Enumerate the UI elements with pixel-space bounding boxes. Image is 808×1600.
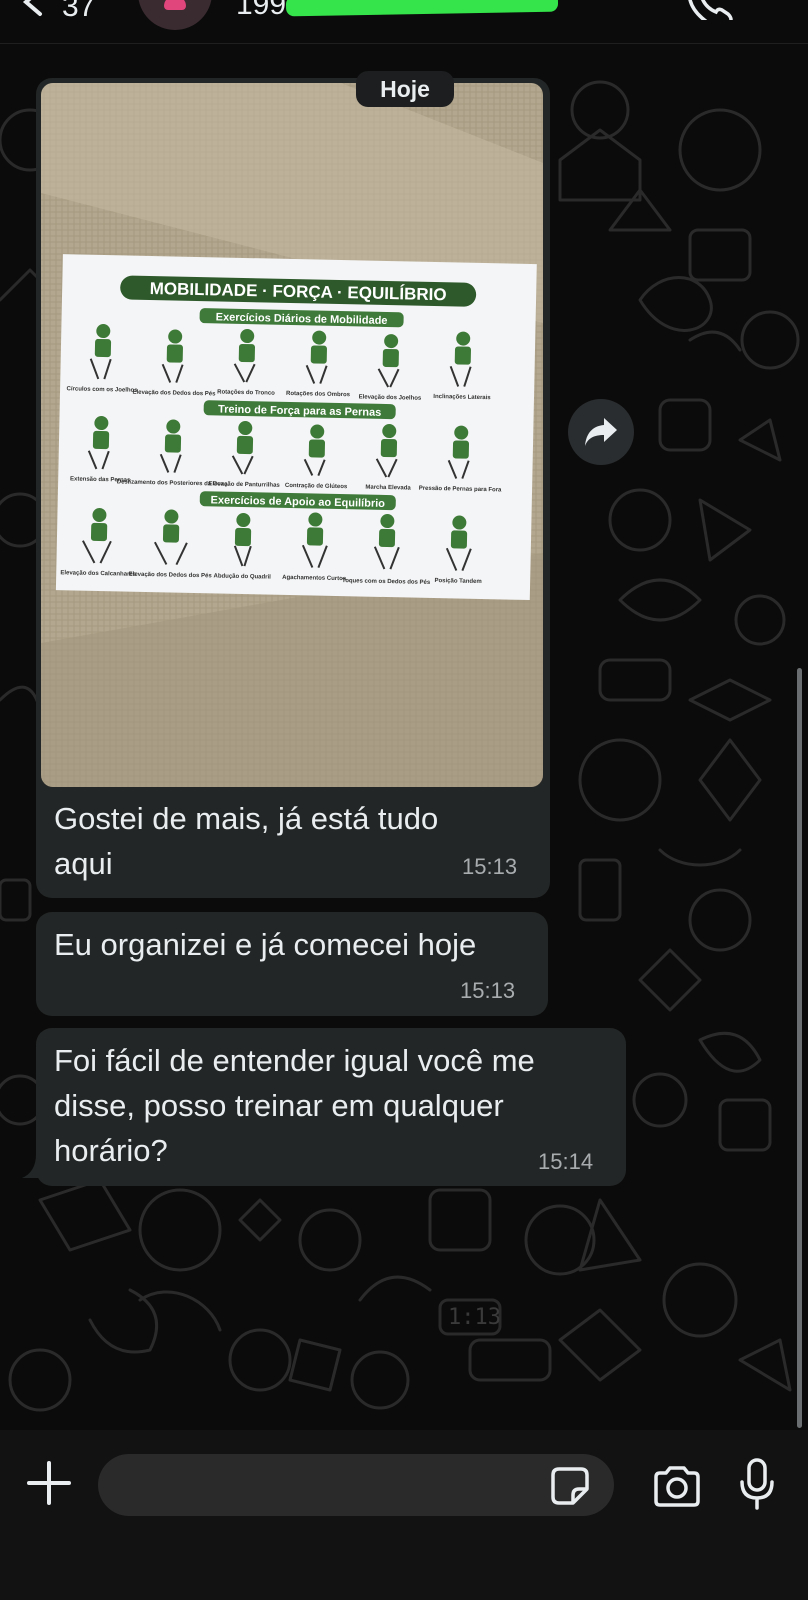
name-redaction	[285, 0, 559, 17]
scrollbar[interactable]	[797, 668, 802, 1428]
exercise-poster-photo[interactable]: MOBILIDADE · FORÇA · EQUILÍBRIO Exercíci…	[41, 83, 543, 787]
message-text-line: horário?	[54, 1133, 168, 1168]
composer-bar	[0, 1430, 808, 1600]
sticker-icon[interactable]	[549, 1465, 591, 1507]
text-message[interactable]: Foi fácil de entender igual você me diss…	[22, 1028, 626, 1186]
message-text-line: Eu organizei e já comecei hoje	[54, 927, 477, 962]
message-text-line: Gostei de mais, já está tudo	[54, 801, 439, 836]
image-message[interactable]: MOBILIDADE · FORÇA · EQUILÍBRIO Exercíci…	[36, 78, 550, 898]
caption-1-3: Rotações do Tronco	[217, 389, 275, 396]
unread-count[interactable]: 37	[62, 0, 95, 24]
wallpaper-clock: 1:13	[448, 1305, 501, 1330]
chat-header: 37 199	[0, 0, 808, 44]
message-time: 15:13	[460, 978, 516, 1003]
message-text-line: aqui	[54, 846, 113, 881]
back-chevron-icon[interactable]	[14, 0, 48, 20]
plus-icon[interactable]	[26, 1460, 72, 1506]
caption-3-6: Posição Tandem	[434, 578, 481, 585]
message-input[interactable]	[98, 1454, 614, 1516]
date-separator: Hoje	[356, 71, 454, 107]
avatar-person-icon	[164, 0, 186, 10]
caption-3-3: Abdução do Quadril	[213, 573, 271, 580]
microphone-icon[interactable]	[738, 1458, 776, 1510]
avatar[interactable]	[138, 0, 212, 30]
caption-1-6: Inclinações Laterais	[433, 394, 491, 401]
bubble-tail	[22, 1154, 44, 1178]
message-time: 15:13	[462, 854, 518, 879]
text-message[interactable]: Eu organizei e já comecei hoje 15:13	[36, 912, 548, 1016]
contact-name[interactable]: 199	[236, 0, 286, 22]
forward-button[interactable]	[568, 399, 634, 465]
message-text-line: disse, posso treinar em qualquer	[54, 1088, 504, 1123]
camera-icon[interactable]	[652, 1465, 702, 1507]
phone-call-icon[interactable]	[686, 0, 742, 20]
forward-arrow-icon	[585, 418, 617, 446]
message-text-line: Foi fácil de entender igual você me	[54, 1043, 535, 1078]
message-time: 15:14	[538, 1149, 594, 1174]
caption-2-5: Marcha Elevada	[365, 485, 411, 492]
